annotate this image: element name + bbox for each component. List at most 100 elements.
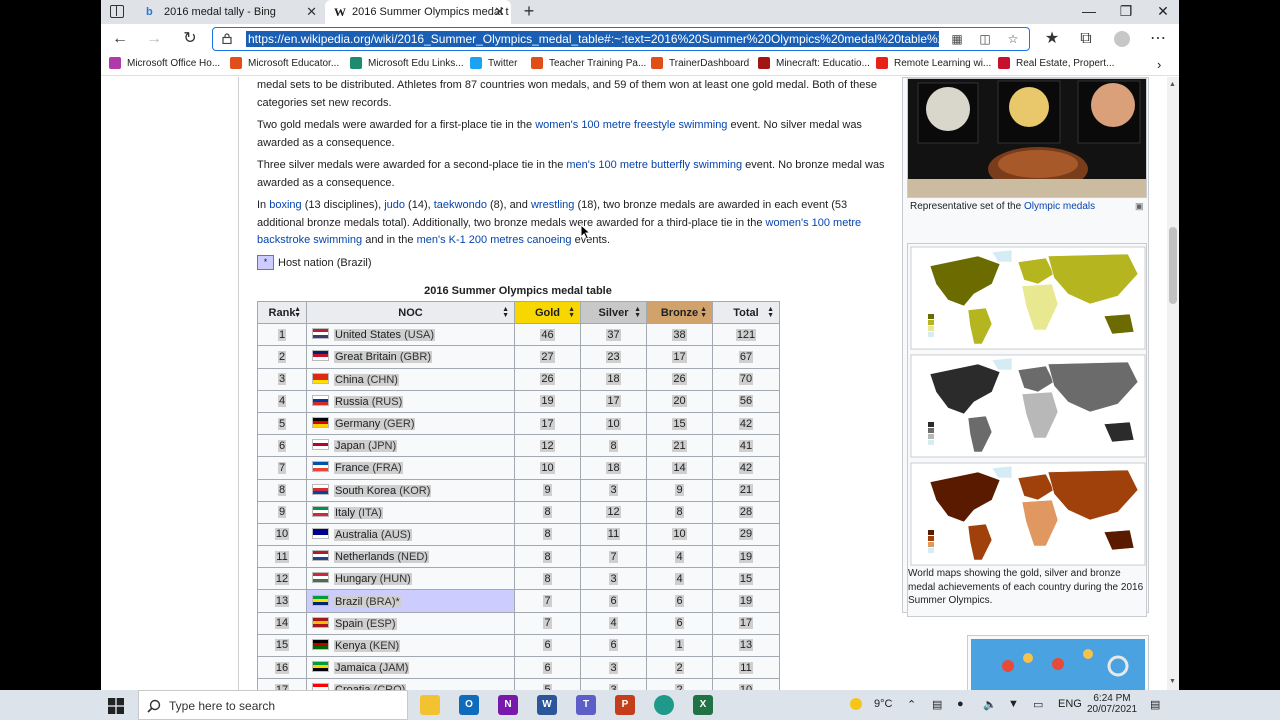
link-judo[interactable]: judo (384, 199, 405, 211)
favorite-link[interactable]: Microsoft Educator... (230, 57, 339, 69)
more-favorites-icon[interactable]: › (1157, 57, 1161, 72)
header-bronze[interactable]: Bronze ▲ ▼ (646, 300, 713, 325)
scroll-down-icon[interactable]: ▼ (1169, 678, 1176, 685)
taskbar-search-box[interactable]: Type here to search (138, 690, 408, 720)
edge-icon[interactable] (654, 695, 674, 715)
link-taekwondo[interactable]: taekwondo (434, 199, 487, 211)
link-boxing[interactable]: boxing (269, 199, 301, 211)
language-indicator[interactable]: ENG (1058, 698, 1082, 710)
header-total[interactable]: Total ▲ ▼ (712, 300, 780, 325)
favorite-link[interactable]: TrainerDashboard (651, 57, 749, 69)
tab-wikipedia[interactable]: W 2016 Summer Olympics medal t ✕ (325, 0, 511, 24)
profile-avatar[interactable] (1110, 27, 1134, 51)
favorite-link[interactable]: Remote Learning wi... (876, 57, 991, 69)
country-link[interactable]: Italy (335, 507, 355, 519)
address-bar[interactable]: https://en.wikipedia.org/wiki/2016_Summe… (212, 27, 1030, 51)
gold-count: 8 (543, 550, 552, 563)
outlook-icon[interactable]: O (459, 695, 479, 715)
favorites-icon[interactable]: ★ (1040, 27, 1064, 51)
country-link[interactable]: Germany (335, 418, 380, 430)
windows-start-icon[interactable] (108, 698, 124, 714)
sort-icon[interactable]: ▲ ▼ (294, 306, 301, 319)
reading-view-icon[interactable]: ◫ (977, 31, 993, 47)
link-mens-k1-200m[interactable]: men's K-1 200 metres canoeing (417, 234, 572, 246)
close-tab-icon[interactable]: ✕ (306, 4, 317, 20)
noc-entry: Germany (GER) (312, 417, 416, 431)
word-icon[interactable]: W (537, 695, 557, 715)
weather-icon[interactable] (850, 698, 862, 711)
link-wrestling[interactable]: wrestling (531, 199, 574, 211)
network-icon[interactable]: ▼ (1008, 698, 1019, 710)
url-text[interactable]: https://en.wikipedia.org/wiki/2016_Summe… (246, 31, 939, 47)
olympics-photo-thumbnail[interactable] (967, 635, 1149, 690)
restore-button[interactable]: ❐ (1108, 0, 1144, 24)
country-link[interactable]: Australia (335, 529, 378, 541)
show-hidden-icons[interactable]: ⌃ (907, 698, 916, 711)
sort-icon[interactable]: ▲ ▼ (634, 306, 641, 319)
refresh-button[interactable]: ↻ (178, 27, 202, 51)
favorite-link[interactable]: Twitter (470, 57, 517, 69)
favorite-link[interactable]: Microsoft Edu Links... (350, 57, 464, 69)
country-link[interactable]: Jamaica (335, 662, 376, 674)
country-link[interactable]: Russia (335, 396, 369, 408)
header-noc[interactable]: NOC ▲ ▼ (306, 300, 515, 325)
header-gold[interactable]: Gold ▲ ▼ (514, 300, 581, 325)
favorite-link[interactable]: Real Estate, Propert... (998, 57, 1114, 69)
world-maps-container[interactable] (907, 243, 1147, 617)
country-link[interactable]: France (335, 462, 369, 474)
back-button[interactable]: ← (108, 27, 132, 51)
notifications-icon[interactable]: ▤ (1150, 698, 1160, 711)
teams-icon[interactable]: T (576, 695, 596, 715)
enlarge-icon[interactable]: ▣ (1135, 201, 1144, 212)
olympic-medals-image[interactable] (907, 78, 1147, 198)
country-link[interactable]: Spain (335, 618, 363, 630)
tab-bing[interactable]: b 2016 medal tally - Bing ✕ (139, 0, 323, 24)
country-link[interactable]: United States (335, 329, 401, 341)
battery-icon[interactable]: ▭ (1033, 698, 1043, 711)
settings-menu-icon[interactable]: ⋯ (1146, 27, 1170, 51)
tab-actions-icon[interactable] (110, 5, 124, 18)
meet-now-icon[interactable]: ▤ (932, 698, 942, 711)
country-link[interactable]: Hungary (335, 573, 377, 585)
noc-cell: Hungary (HUN) (306, 567, 515, 591)
country-link[interactable]: Netherlands (335, 551, 394, 563)
sort-icon[interactable]: ▲ ▼ (502, 306, 509, 319)
country-code: (BRA)* (365, 595, 400, 608)
link-womens-100m-freestyle[interactable]: women's 100 metre freestyle swimming (535, 119, 727, 131)
favorite-link[interactable]: Microsoft Office Ho... (109, 57, 220, 69)
country-link[interactable]: South Korea (335, 485, 396, 497)
header-silver[interactable]: Silver ▲ ▼ (580, 300, 647, 325)
close-tab-icon[interactable]: ✕ (494, 4, 505, 20)
country-link[interactable]: Kenya (335, 640, 366, 652)
scroll-up-icon[interactable]: ▲ (1169, 81, 1176, 88)
file-explorer-icon[interactable] (420, 695, 440, 715)
country-link[interactable]: Brazil (335, 596, 363, 608)
apps-icon[interactable]: ▦ (949, 31, 965, 47)
sort-icon[interactable]: ▲ ▼ (700, 306, 707, 319)
add-favorite-icon[interactable]: ☆ (1005, 31, 1021, 47)
favorite-link[interactable]: Teacher Training Pa... (531, 57, 646, 69)
scrollbar-thumb[interactable] (1169, 227, 1177, 304)
excel-icon[interactable]: X (693, 695, 713, 715)
volume-icon[interactable]: 🔈 (983, 698, 997, 711)
onenote-icon[interactable]: N (498, 695, 518, 715)
header-rank[interactable]: Rank ▲ ▼ (257, 300, 307, 325)
link-mens-100m-butterfly[interactable]: men's 100 metre butterfly swimming (566, 159, 742, 171)
link-olympic-medals[interactable]: Olympic medals (1024, 201, 1095, 212)
system-clock[interactable]: 6:24 PM 20/07/2021 (1082, 693, 1142, 715)
minimize-button[interactable]: — (1071, 0, 1107, 24)
powerpoint-icon[interactable]: P (615, 695, 635, 715)
country-link[interactable]: China (335, 374, 364, 386)
forward-button[interactable]: → (142, 27, 166, 51)
country-link[interactable]: Great Britain (335, 351, 397, 363)
favorite-link[interactable]: Minecraft: Educatio... (758, 57, 870, 69)
new-tab-button[interactable]: + (519, 0, 539, 24)
vertical-scrollbar[interactable]: ▲ ▼ (1167, 77, 1179, 690)
sort-icon[interactable]: ▲ ▼ (568, 306, 575, 319)
close-window-button[interactable]: ✕ (1145, 0, 1179, 24)
microphone-icon[interactable]: ● (957, 698, 964, 710)
sort-icon[interactable]: ▲ ▼ (767, 306, 774, 319)
weather-temp[interactable]: 9°C (874, 698, 892, 710)
country-link[interactable]: Japan (335, 440, 365, 452)
collections-icon[interactable]: ⧉ (1074, 27, 1098, 51)
